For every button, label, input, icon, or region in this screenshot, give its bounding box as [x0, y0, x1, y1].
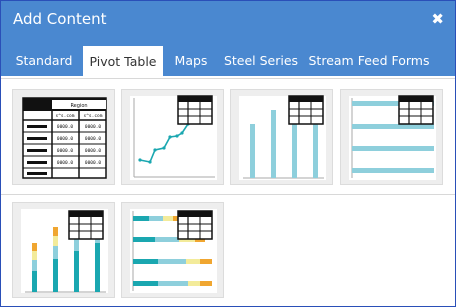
- pivot-table-thumbnail: Region s^s.com s^s.com 0000.0 0000.0 000…: [22, 97, 107, 179]
- divider: [1, 194, 455, 195]
- dialog-title: Add Content: [13, 10, 107, 28]
- svg-text:0000.0: 0000.0: [57, 136, 74, 142]
- tile-pivot-bar-chart[interactable]: [340, 89, 443, 185]
- svg-text:0000.0: 0000.0: [57, 160, 74, 166]
- svg-text:s^s.com: s^s.com: [56, 113, 75, 119]
- add-content-dialog: Add Content ✖ Standard Pivot Table Maps …: [0, 0, 456, 307]
- tab-maps[interactable]: Maps: [167, 45, 215, 76]
- bar-chart-thumbnail: [349, 95, 436, 180]
- tile-pivot-table-grid[interactable]: Region s^s.com s^s.com 0000.0 0000.0 000…: [12, 89, 115, 185]
- tab-steel-series[interactable]: Steel Series: [221, 45, 301, 76]
- divider: [1, 78, 455, 79]
- column-chart-thumbnail: [239, 95, 326, 180]
- close-icon[interactable]: ✖: [431, 10, 444, 28]
- tab-standard[interactable]: Standard: [7, 45, 81, 76]
- pivot-grid-icon: [177, 210, 213, 240]
- tile-pivot-column-chart[interactable]: [230, 89, 333, 185]
- pivot-grid-icon: [68, 210, 104, 240]
- tab-pivot-table[interactable]: Pivot Table: [83, 46, 163, 76]
- stacked-bar-chart-thumbnail: [130, 209, 217, 293]
- pivot-grid-icon: [288, 95, 324, 125]
- svg-text:0000.0: 0000.0: [57, 148, 74, 154]
- region-header-label: Region: [70, 103, 87, 109]
- svg-text:0000.0: 0000.0: [57, 124, 74, 130]
- dialog-titlebar: Add Content ✖: [1, 1, 455, 38]
- tab-content: Region s^s.com s^s.com 0000.0 0000.0 000…: [1, 76, 455, 306]
- svg-text:0000.0: 0000.0: [85, 136, 102, 142]
- line-chart-thumbnail: [130, 95, 217, 180]
- svg-text:s^s.com: s^s.com: [84, 113, 103, 119]
- tile-pivot-line-chart[interactable]: [121, 89, 224, 185]
- stacked-column-chart-thumbnail: [21, 209, 108, 293]
- svg-text:0000.0: 0000.0: [85, 160, 102, 166]
- tile-pivot-stacked-column-chart[interactable]: [12, 202, 115, 298]
- svg-text:0000.0: 0000.0: [85, 124, 102, 130]
- tile-pivot-stacked-bar-chart[interactable]: [121, 202, 224, 298]
- svg-text:0000.0: 0000.0: [85, 148, 102, 154]
- tab-stream-feed-forms[interactable]: Stream Feed Forms: [307, 45, 431, 76]
- pivot-grid-icon: [398, 95, 434, 125]
- tab-bar: Standard Pivot Table Maps Steel Series S…: [1, 38, 455, 76]
- pivot-grid-icon: [177, 95, 213, 125]
